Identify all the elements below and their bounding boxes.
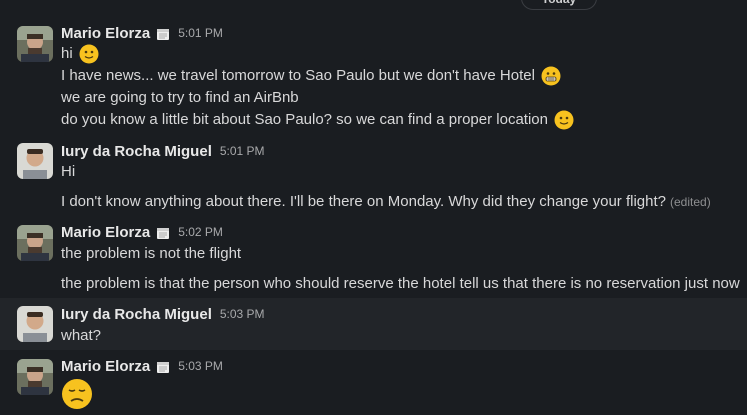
- message-text: I have news... we travel tomorrow to Sao…: [61, 67, 535, 84]
- message-group: Mario Elorza 5:01 PM hi I have news... w…: [0, 18, 747, 136]
- message-line: I have news... we travel tomorrow to Sao…: [61, 65, 561, 87]
- timestamp[interactable]: 5:01 PM: [220, 144, 265, 158]
- avatar[interactable]: [17, 26, 53, 62]
- message-line: I don't know anything about there. I'll …: [61, 191, 711, 213]
- message-line: hi: [61, 43, 99, 65]
- message-line: do you know a little bit about Sao Paulo…: [61, 109, 574, 131]
- calendar-icon: [156, 27, 170, 41]
- avatar[interactable]: [17, 359, 53, 395]
- calendar-icon: [156, 360, 170, 374]
- day-divider-button[interactable]: Today: [521, 0, 597, 10]
- slightly-smiling-face-emoji: [79, 44, 99, 64]
- message-text: I don't know anything about there. I'll …: [61, 193, 666, 210]
- edited-label: (edited): [670, 195, 711, 209]
- calendar-icon: [156, 226, 170, 240]
- author-name[interactable]: Mario Elorza: [61, 25, 150, 42]
- message-group: Mario Elorza 5:03 PM: [0, 350, 747, 413]
- message-line: Hi: [61, 161, 75, 183]
- message-text: the problem is that the person who shoul…: [61, 275, 740, 292]
- message-text: Hi: [61, 163, 76, 180]
- timestamp[interactable]: 5:03 PM: [220, 307, 265, 321]
- author-name[interactable]: Iury da Rocha Miguel: [61, 306, 212, 323]
- author-name[interactable]: Mario Elorza: [61, 358, 150, 375]
- timestamp[interactable]: 5:01 PM: [178, 26, 223, 40]
- grimacing-face-emoji: [541, 66, 561, 86]
- author-name[interactable]: Iury da Rocha Miguel: [61, 143, 212, 160]
- message-group: Iury da Rocha Miguel 5:01 PM Hi I don't …: [0, 136, 747, 218]
- message-line: the problem is not the flight: [61, 243, 241, 265]
- message-group: Iury da Rocha Miguel 5:03 PM what?: [0, 298, 747, 350]
- message-line: we are going to try to find an AirBnb: [61, 87, 299, 109]
- timestamp[interactable]: 5:02 PM: [178, 225, 223, 239]
- avatar[interactable]: [17, 306, 53, 342]
- message-text: the problem is not the flight: [61, 245, 242, 262]
- disappointed-face-emoji: [61, 378, 93, 410]
- message-text: do you know a little bit about Sao Paulo…: [61, 111, 548, 128]
- avatar[interactable]: [17, 225, 53, 261]
- message-text: hi: [61, 45, 73, 62]
- message-text: what?: [61, 327, 102, 344]
- avatar[interactable]: [17, 143, 53, 179]
- timestamp[interactable]: 5:03 PM: [178, 359, 223, 373]
- message-text: we are going to try to find an AirBnb: [61, 89, 299, 106]
- author-name[interactable]: Mario Elorza: [61, 224, 150, 241]
- message-line: what?: [61, 325, 101, 347]
- message-group: Mario Elorza 5:02 PM the problem is not …: [0, 218, 747, 298]
- message-line: the problem is that the person who shoul…: [61, 273, 740, 295]
- slightly-smiling-face-emoji: [554, 110, 574, 130]
